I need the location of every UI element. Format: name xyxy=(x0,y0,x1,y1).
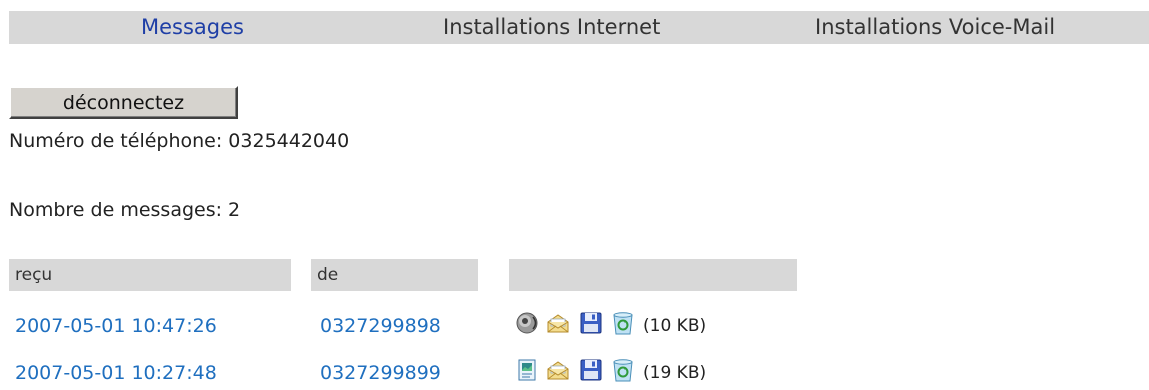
floppy-save-icon[interactable] xyxy=(578,310,604,336)
message-from-link[interactable]: 0327299898 xyxy=(320,309,441,343)
message-size-text: (19 KB) xyxy=(643,363,707,383)
floppy-save-icon[interactable] xyxy=(578,357,604,383)
top-nav-bar: Messages Installations Internet Installa… xyxy=(9,11,1149,44)
open-envelope-icon[interactable] xyxy=(545,357,571,383)
nav-messages-link[interactable]: Messages xyxy=(141,11,244,44)
recycle-bin-icon[interactable] xyxy=(610,310,636,336)
message-received-link[interactable]: 2007-05-01 10:47:26 xyxy=(15,309,217,343)
message-received-link[interactable]: 2007-05-01 10:27:48 xyxy=(15,356,217,390)
table-row: 2007-05-01 10:27:48 0327299899 (19 KB) xyxy=(0,356,1149,390)
recycle-bin-icon[interactable] xyxy=(610,357,636,383)
column-header-received: reçu xyxy=(9,259,291,291)
nav-installations-internet-link[interactable]: Installations Internet xyxy=(443,11,660,44)
logout-button[interactable]: déconnectez xyxy=(9,86,238,119)
column-header-from: de xyxy=(311,259,478,291)
message-count-text: Nombre de messages: 2 xyxy=(9,199,241,221)
message-from-link[interactable]: 0327299899 xyxy=(320,356,441,390)
nav-installations-voicemail-link[interactable]: Installations Voice-Mail xyxy=(815,11,1055,44)
speaker-icon[interactable] xyxy=(514,310,540,336)
document-icon[interactable] xyxy=(514,357,540,383)
table-row: 2007-05-01 10:47:26 0327299898 (10 KB) xyxy=(0,309,1149,343)
open-envelope-icon[interactable] xyxy=(545,310,571,336)
column-header-actions xyxy=(509,259,797,291)
message-size-text: (10 KB) xyxy=(643,316,707,336)
phone-number-text: Numéro de téléphone: 0325442040 xyxy=(9,130,350,152)
